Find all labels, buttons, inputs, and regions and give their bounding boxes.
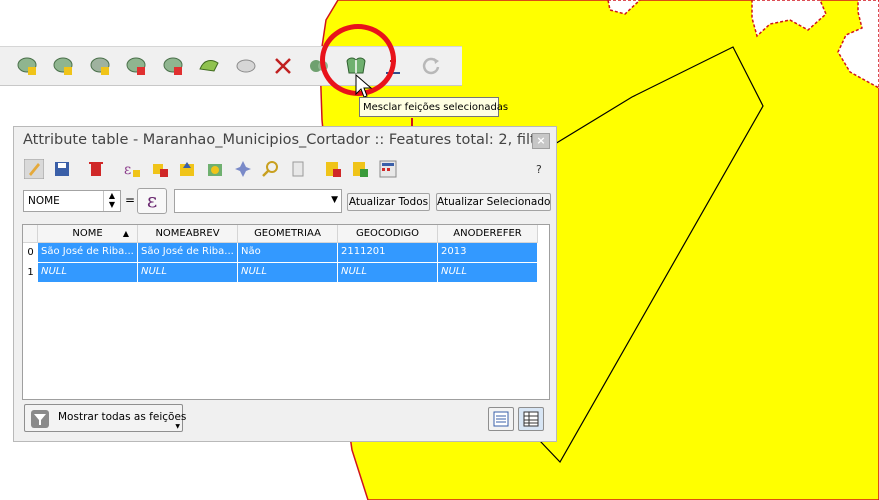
show-all-features-button[interactable]: Mostrar todas as feições ▼ (24, 404, 187, 432)
row-header[interactable]: 1 (23, 263, 38, 283)
table-view-icon (523, 411, 539, 427)
zoom-to-selection-icon[interactable] (260, 159, 280, 179)
table-cell[interactable]: NULL (38, 263, 138, 283)
chevron-down-icon[interactable]: ▼ (331, 195, 338, 205)
show-all-label: Mostrar todas as feições (58, 411, 187, 423)
svg-text:ε: ε (124, 162, 131, 178)
form-view-icon (493, 411, 509, 427)
column-header[interactable]: NOME ▲ (38, 225, 138, 243)
expression-input[interactable]: ▼ (174, 189, 342, 213)
equals-label: = (125, 193, 136, 207)
update-selected-button[interactable]: Atualizar Selecionado (436, 193, 551, 211)
expression-builder-button[interactable]: ε (137, 188, 167, 214)
attribute-table-dialog: Attribute table - Maranhao_Municipios_Co… (13, 126, 557, 442)
column-header[interactable]: GEOCODIGO (338, 225, 438, 243)
pan-map-to-selection-icon[interactable] (233, 159, 253, 179)
table-cell[interactable]: São José de Riba... (38, 243, 138, 263)
row-header[interactable]: 0 (23, 243, 38, 263)
filter-icon (31, 410, 49, 428)
table-cell[interactable]: NULL (138, 263, 238, 283)
table-cell[interactable]: NULL (238, 263, 338, 283)
copy-rows-icon[interactable] (288, 159, 308, 179)
table-cell[interactable]: São José de Riba... (138, 243, 238, 263)
reshape-icon[interactable] (198, 55, 220, 77)
tooltip: Mesclar feições selecionadas (359, 97, 508, 117)
add-part-icon[interactable] (89, 55, 111, 77)
table-view-button[interactable] (518, 407, 544, 431)
invert-selection-icon[interactable] (205, 159, 225, 179)
dropdown-arrow-icon: ▼ (175, 423, 180, 430)
field-calculator-icon[interactable] (378, 159, 398, 179)
new-column-icon[interactable] (350, 159, 370, 179)
column-header[interactable]: ANODEREFER (438, 225, 538, 243)
move-selection-top-icon[interactable] (177, 159, 197, 179)
field-combo[interactable]: NOME ▲ ▼ (23, 190, 121, 212)
close-button[interactable]: × (532, 133, 550, 149)
table-cell[interactable]: 2013 (438, 243, 538, 263)
select-by-expression-icon[interactable]: ε (122, 159, 142, 179)
table-cell[interactable]: NULL (438, 263, 538, 283)
sort-indicator-icon: ▲ (122, 229, 129, 238)
delete-selected-icon[interactable] (86, 159, 106, 179)
rotate-icon[interactable] (420, 55, 442, 77)
column-header[interactable]: GEOMETRIAA (238, 225, 338, 243)
toggle-editing-icon[interactable] (24, 159, 44, 179)
split-features-icon[interactable] (272, 55, 294, 77)
table-cell[interactable]: 2111201 (338, 243, 438, 263)
dialog-title: Attribute table - Maranhao_Municipios_Co… (23, 132, 533, 148)
spin-arrows-icon[interactable]: ▲ ▼ (103, 191, 120, 211)
form-view-button[interactable] (488, 407, 514, 431)
delete-column-icon[interactable] (323, 159, 343, 179)
update-all-button[interactable]: Atualizar Todos (347, 193, 430, 211)
corner-header[interactable] (23, 225, 38, 243)
digitize-icon[interactable] (16, 55, 38, 77)
save-edits-icon[interactable] (52, 159, 72, 179)
help-button[interactable]: ? (536, 163, 542, 176)
fill-ring-icon[interactable] (125, 55, 147, 77)
column-header[interactable]: NOMEABREV (138, 225, 238, 243)
table-cell[interactable]: Não (238, 243, 338, 263)
select-all-icon[interactable] (150, 159, 170, 179)
add-ring-icon[interactable] (52, 55, 74, 77)
delete-ring-icon[interactable] (162, 55, 184, 77)
table-cell[interactable]: NULL (338, 263, 438, 283)
attribute-table[interactable]: NOME ▲ NOMEABREV GEOMETRIAA GEOCODIGO AN… (22, 224, 550, 400)
field-combo-value: NOME (28, 195, 60, 207)
offset-curve-icon[interactable] (235, 55, 257, 77)
